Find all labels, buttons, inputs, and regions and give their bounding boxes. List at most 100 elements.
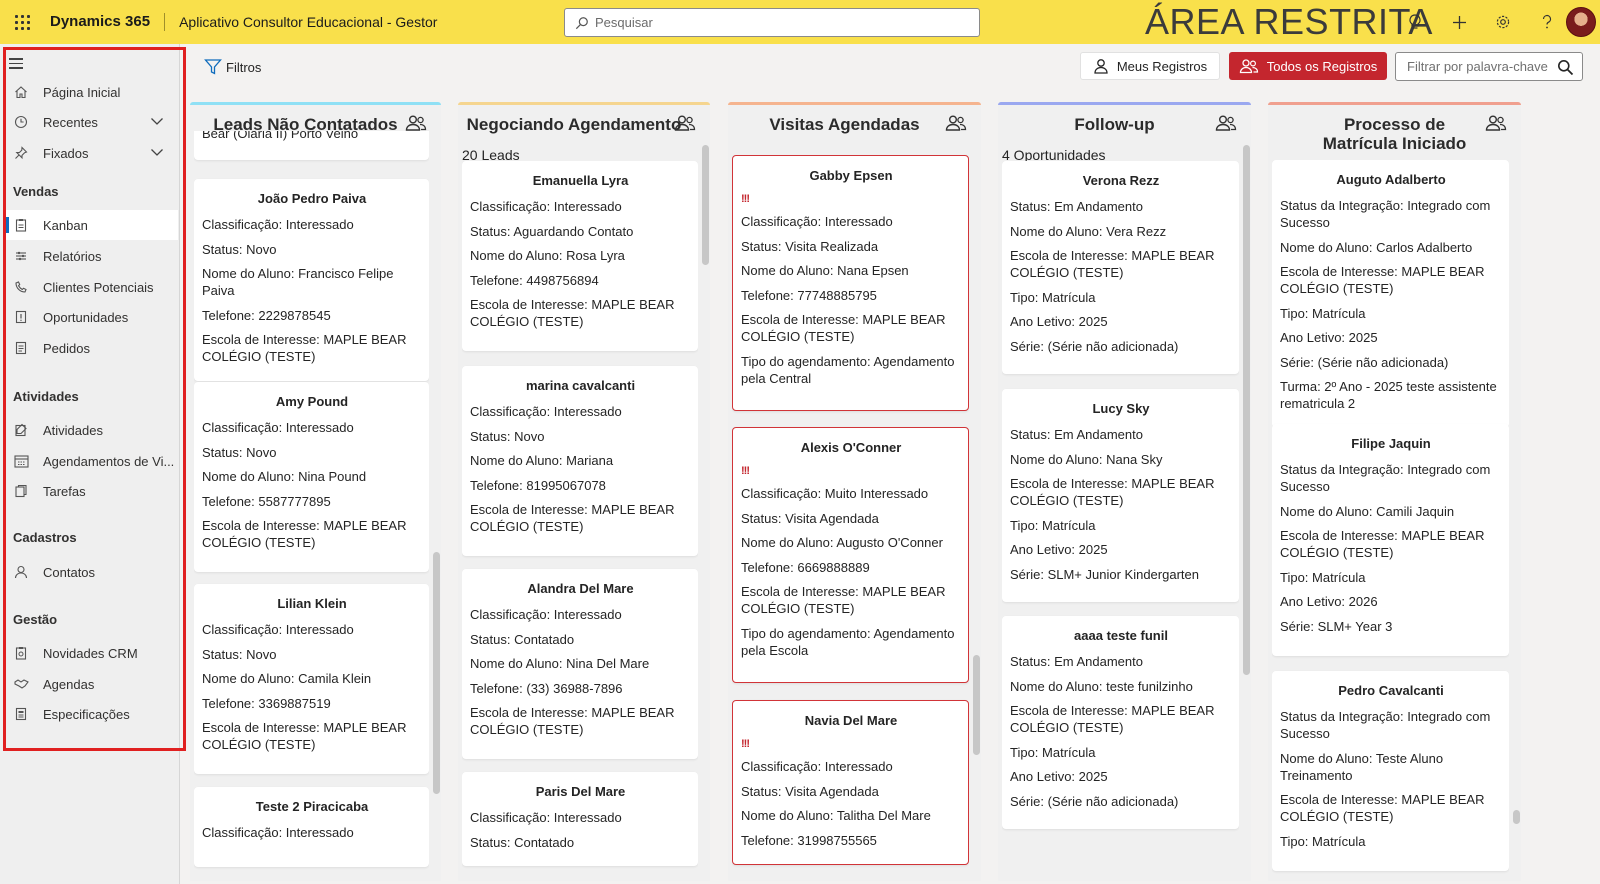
- people-icon[interactable]: [1485, 114, 1507, 132]
- chevron-down-icon[interactable]: [150, 114, 164, 128]
- card-field: Status: Contatado: [470, 631, 575, 647]
- sidebar-item-label: Novidades CRM: [43, 645, 138, 661]
- kanban-card[interactable]: João Pedro Paiva Classificação: Interessa…: [194, 179, 429, 381]
- home-icon: [12, 83, 30, 101]
- column-scrollbar[interactable]: [973, 655, 980, 755]
- kanban-card[interactable]: aaaa teste funil Status: Em Andamento Nome…: [1002, 616, 1239, 829]
- search-placeholder: Pesquisar: [595, 15, 653, 30]
- people-icon[interactable]: [945, 114, 967, 132]
- plus-icon[interactable]: [1437, 0, 1481, 44]
- card-field: Classificação: Interessado: [470, 404, 622, 419]
- kanban-card[interactable]: Verona Rezz Status: Em Andamento Nome do A…: [1002, 161, 1239, 374]
- task-icon: [12, 482, 30, 500]
- sidebar-item-kanban[interactable]: Kanban: [6, 210, 178, 240]
- kanban-card[interactable]: Paris Del Mare Classificação: Interessado…: [462, 772, 698, 866]
- kanban-card[interactable]: Teste 2 Piracicaba Classificação: Interes…: [194, 787, 429, 867]
- sidebar-item-agendamentos[interactable]: Agendamentos de Vi...: [6, 446, 178, 476]
- card-field: Classificação: Interessado: [202, 420, 354, 435]
- people-icon[interactable]: [405, 114, 427, 132]
- sidebar-item-label: Tarefas: [43, 483, 86, 499]
- card-field: Bear (Olaria II) Porto Velho: [202, 131, 359, 141]
- card-field: Telefone: 6669888889: [741, 559, 870, 575]
- kanban-card[interactable]: Lucy Sky Status: Em Andamento Nome do Alun…: [1002, 389, 1239, 602]
- brand-name[interactable]: Dynamics 365: [50, 13, 166, 31]
- column-scrollbar[interactable]: [1513, 810, 1520, 824]
- card-field: Tipo: Matrícula: [1280, 833, 1366, 849]
- kanban-card[interactable]: Auguto Adalberto Status da Integração: In…: [1272, 160, 1509, 428]
- card-title: Alexis O'Conner: [800, 440, 902, 455]
- kanban-card[interactable]: Alandra Del Mare Classificação: Interessa…: [462, 569, 698, 759]
- card-field: Tipo: Matrícula: [1280, 305, 1366, 321]
- card-title: João Pedro Paiva: [257, 191, 367, 206]
- chevron-down-icon[interactable]: [150, 145, 164, 159]
- card-field: Série: SLM+ Junior Kindergarten: [1010, 566, 1199, 582]
- kanban-card[interactable]: Pedro Cavalcanti Status da Integração: In…: [1272, 671, 1509, 871]
- lightbulb-icon[interactable]: [1393, 0, 1437, 44]
- sidebar-item-atividades[interactable]: Atividades: [6, 415, 178, 445]
- kanban-card[interactable]: Gabby Epsen!!! Classificação: Interessado…: [732, 155, 969, 411]
- app-launcher-icon[interactable]: [0, 0, 44, 44]
- user-avatar[interactable]: [1566, 7, 1596, 37]
- column-scrollbar[interactable]: [433, 552, 440, 794]
- sidebar-item-relatorios[interactable]: Relatórios: [6, 241, 178, 271]
- sidebar-item-tarefas[interactable]: Tarefas: [6, 476, 178, 506]
- card-field: Tipo: Matrícula: [1010, 744, 1096, 760]
- kanban-card[interactable]: Alexis O'Conner!!! Classificação: Muito I…: [732, 427, 969, 683]
- keyword-filter-input[interactable]: Filtrar por palavra-chave: [1395, 52, 1583, 81]
- sidebar-item-home[interactable]: Página Inicial: [6, 77, 178, 107]
- sidebar-item-label: Kanban: [43, 217, 88, 233]
- sidebar-item-label: Página Inicial: [43, 84, 121, 100]
- sidebar-item-clientes-potenciais[interactable]: Clientes Potenciais: [6, 272, 178, 302]
- sidebar-item-pinned[interactable]: Fixados: [6, 138, 178, 168]
- calendar-icon: [12, 452, 30, 470]
- column-title: Follow-up: [1074, 115, 1155, 134]
- hamburger-menu-icon[interactable]: [9, 58, 23, 72]
- card-field: Escola de Interesse: MAPLE BEAR COLÉGIO …: [202, 332, 407, 364]
- card-field: Status da Integração: Integrado com Suce…: [1280, 198, 1491, 230]
- sidebar-item-especificacoes[interactable]: Especificações: [6, 699, 178, 729]
- my-records-button[interactable]: Meus Registros: [1080, 52, 1220, 80]
- sidebar-item-oportunidades[interactable]: Oportunidades: [6, 302, 178, 332]
- people-icon[interactable]: [674, 114, 696, 132]
- card-field: Nome do Aluno: Talitha Del Mare: [741, 808, 931, 823]
- card-field: Nome do Aluno: Camila Klein: [202, 671, 372, 686]
- person-icon: [1094, 59, 1108, 74]
- kanban-card[interactable]: Filipe Jaquin Status da Integração: Integ…: [1272, 424, 1509, 656]
- card-field: Nome do Aluno: Nana Epsen: [741, 263, 909, 278]
- people-icon[interactable]: [1215, 114, 1237, 132]
- column-title: Processo de Matrícula Iniciado: [1322, 115, 1467, 153]
- priority-indicator: !!!: [741, 738, 750, 750]
- sidebar-item-contatos[interactable]: Contatos: [6, 557, 178, 587]
- card-field: Nome do Aluno: Carlos Adalberto: [1280, 239, 1473, 255]
- global-search-input[interactable]: Pesquisar: [564, 8, 980, 37]
- card-field: Classificação: Interessado: [470, 810, 622, 825]
- card-field: Escola de Interesse: MAPLE BEAR COLÉGIO …: [202, 518, 407, 550]
- column-scrollbar[interactable]: [702, 145, 709, 265]
- kanban-card[interactable]: Emanuella Lyra Classificação: Interessado…: [462, 161, 698, 351]
- sidebar-item-pedidos[interactable]: Pedidos: [6, 333, 178, 363]
- app-name[interactable]: Aplicativo Consultor Educacional - Gesto…: [179, 14, 437, 30]
- help-icon[interactable]: [1525, 0, 1569, 44]
- all-records-button[interactable]: Todos os Registros: [1229, 52, 1387, 80]
- settings-gear-icon[interactable]: [1481, 0, 1525, 44]
- search-icon[interactable]: [1557, 59, 1574, 76]
- card-title: Teste 2 Piracicaba: [255, 799, 369, 814]
- handshake-icon: [12, 675, 30, 693]
- card-field: Telefone: 31998755565: [741, 832, 877, 848]
- card-title: Lilian Klein: [277, 596, 347, 611]
- kanban-card[interactable]: Lilian Klein Classificação: Interessado St…: [194, 584, 429, 774]
- kanban-card[interactable]: Navia Del Mare!!! Classificação: Interess…: [732, 700, 969, 865]
- sidebar-item-label: Agendamentos de Vi...: [43, 453, 175, 469]
- column-scrollbar[interactable]: [1243, 145, 1250, 675]
- sidebar-item-agendas[interactable]: Agendas: [6, 669, 178, 699]
- kanban-card[interactable]: marina cavalcanti Classificação: Interess…: [462, 366, 698, 556]
- kanban-card-partial[interactable]: Bear (Olaria II) Porto Velho: [194, 131, 429, 160]
- sidebar-item-novidades-crm[interactable]: Novidades CRM: [6, 638, 178, 668]
- card-field: Turma: 2º Ano - 2025 teste assistente re…: [1280, 379, 1497, 411]
- card-field: Telefone: 2229878545: [202, 307, 331, 323]
- sidebar-item-label: Contatos: [43, 564, 96, 580]
- kanban-card[interactable]: Amy Pound Classificação: Interessado Statu…: [194, 382, 429, 572]
- sidebar-item-recent[interactable]: Recentes: [6, 107, 178, 137]
- filters-button[interactable]: Filtros: [204, 58, 261, 76]
- sidebar-section-cadastros: Cadastros: [13, 530, 77, 545]
